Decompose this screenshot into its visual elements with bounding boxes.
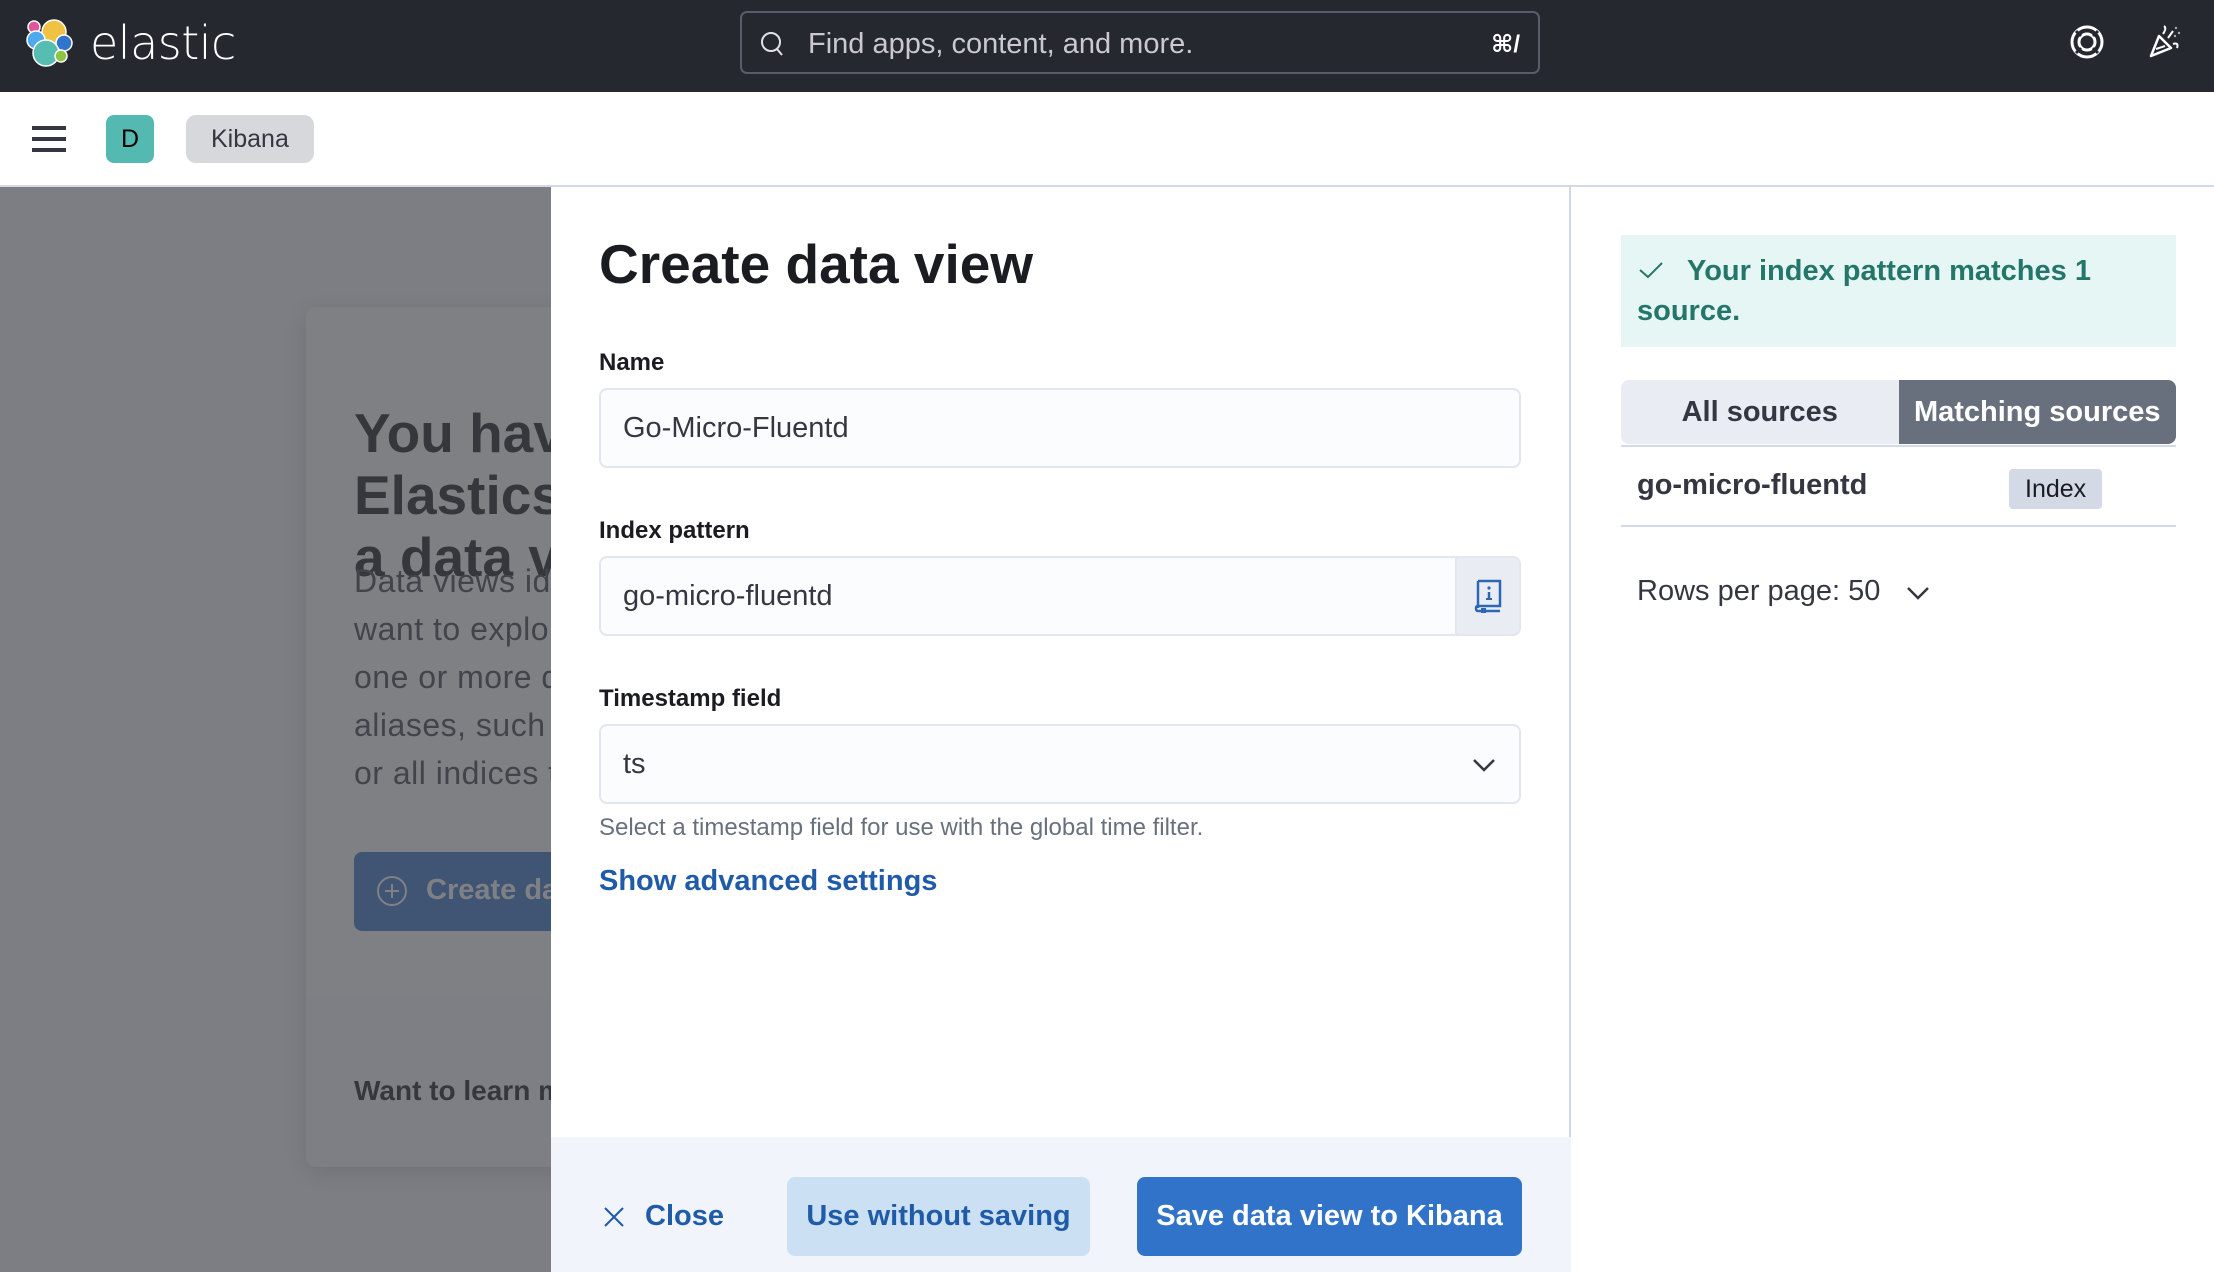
flyout-footer: Close Use without saving Save data view … <box>551 1137 1571 1272</box>
rows-per-page-label: Rows per page: 50 <box>1637 575 1881 607</box>
timestamp-help-text: Select a timestamp field for use with th… <box>599 814 1204 841</box>
close-icon <box>604 1207 624 1227</box>
callout-text: Your index pattern matches 1 source. <box>1637 255 2091 327</box>
index-pattern-label: Index pattern <box>599 517 750 544</box>
source-type-badge: Index <box>2009 469 2103 509</box>
show-advanced-settings-link[interactable]: Show advanced settings <box>599 865 937 898</box>
table-row: go-micro-fluentd Index <box>1621 445 2176 527</box>
help-lifebuoy-icon[interactable] <box>2067 22 2107 62</box>
global-header: elastic Find apps, content, and more. ⌘/ <box>0 0 2214 92</box>
timestamp-label: Timestamp field <box>599 685 782 712</box>
search-shortcut: ⌘/ <box>1491 31 1520 58</box>
global-search-input[interactable]: Find apps, content, and more. ⌘/ <box>740 11 1540 74</box>
breadcrumb-kibana[interactable]: Kibana <box>186 115 314 163</box>
name-label: Name <box>599 349 665 376</box>
timestamp-value: ts <box>623 748 646 780</box>
search-icon <box>761 32 783 56</box>
space-avatar[interactable]: D <box>106 115 154 163</box>
name-field[interactable]: Go-Micro-Fluentd <box>599 388 1521 468</box>
rows-per-page-button[interactable]: Rows per page: 50 <box>1637 575 1931 608</box>
book-info-icon <box>1474 579 1502 613</box>
flyout-title: Create data view <box>599 233 1034 295</box>
create-data-view-flyout: Create data view Name Go-Micro-Fluentd I… <box>551 187 2214 1272</box>
sources-tabs: All sources Matching sources <box>1621 380 2176 444</box>
elastic-logo-icon[interactable] <box>24 18 76 70</box>
sources-preview-panel: Your index pattern matches 1 source. All… <box>1571 187 2214 1272</box>
timestamp-select[interactable]: ts <box>599 724 1521 804</box>
close-button[interactable]: Close <box>599 1177 724 1256</box>
source-name: go-micro-fluentd <box>1637 469 1868 501</box>
index-pattern-help-button[interactable] <box>1455 558 1519 634</box>
tab-all-sources[interactable]: All sources <box>1621 380 1899 444</box>
match-success-callout: Your index pattern matches 1 source. <box>1621 235 2176 347</box>
tab-matching-sources[interactable]: Matching sources <box>1898 380 2176 444</box>
use-without-saving-button[interactable]: Use without saving <box>787 1177 1090 1256</box>
brand-name: elastic <box>90 16 236 70</box>
menu-toggle-icon[interactable] <box>32 126 66 152</box>
search-placeholder: Find apps, content, and more. <box>808 28 1194 60</box>
chevron-down-icon <box>1906 587 1929 600</box>
close-label: Close <box>645 1200 724 1232</box>
whats-new-party-icon[interactable] <box>2145 22 2185 62</box>
save-data-view-button[interactable]: Save data view to Kibana <box>1137 1177 1522 1256</box>
data-view-form: Create data view Name Go-Micro-Fluentd I… <box>551 187 1571 1272</box>
check-icon <box>1639 262 1663 279</box>
breadcrumb-bar: D Kibana <box>0 92 2214 187</box>
index-pattern-value: go-micro-fluentd <box>623 580 833 612</box>
index-pattern-field[interactable]: go-micro-fluentd <box>599 556 1521 636</box>
chevron-down-icon <box>1473 759 1495 772</box>
